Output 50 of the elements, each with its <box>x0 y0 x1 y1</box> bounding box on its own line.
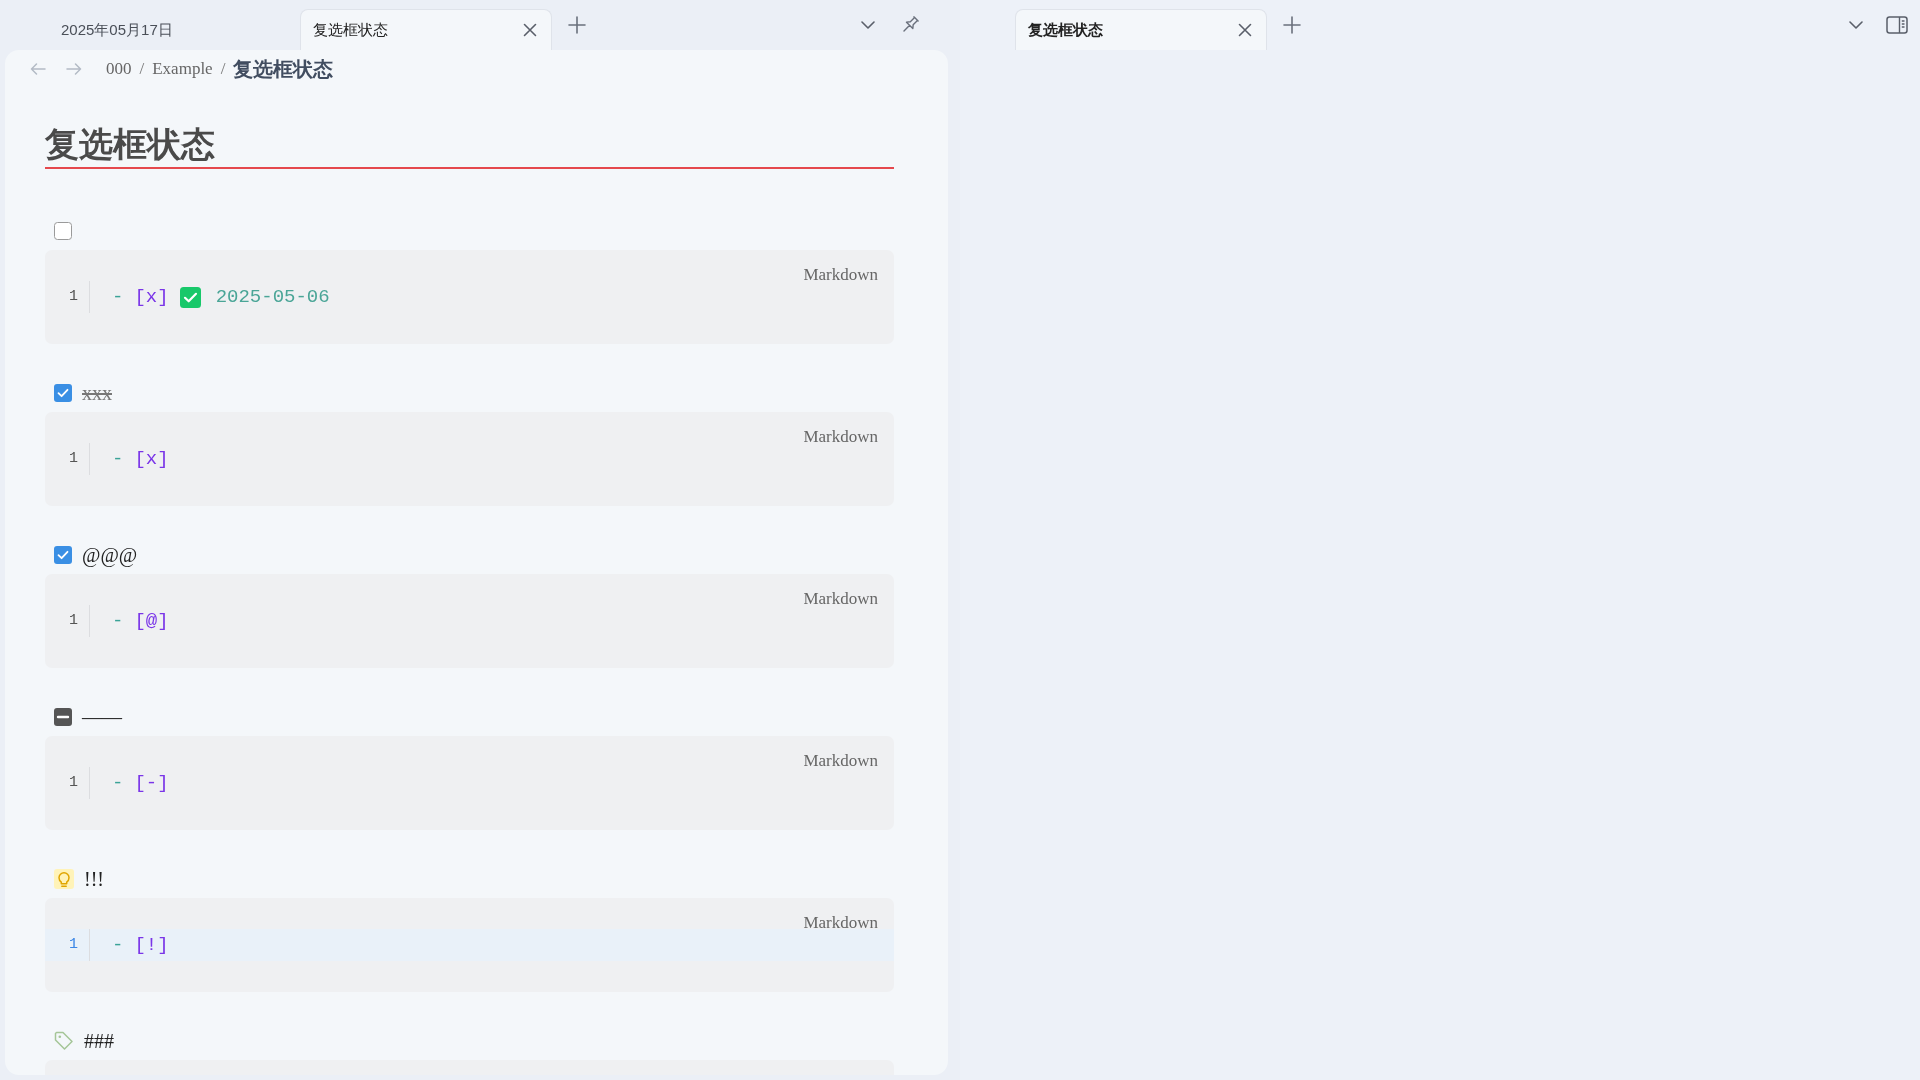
breadcrumb-separator: / <box>139 58 145 81</box>
sidebar-toggle-icon[interactable] <box>1886 16 1908 34</box>
language-label: Markdown <box>803 588 878 610</box>
list-dash-code: - <box>112 608 124 634</box>
task-syntax-code: [x] <box>134 446 169 472</box>
checkbox[interactable] <box>54 546 72 564</box>
line-number: 1 <box>45 767 90 799</box>
tab[interactable]: 复选框状态 <box>1015 9 1267 50</box>
task-text: xxx <box>82 381 112 406</box>
note-title: 复选框状态 <box>45 124 894 169</box>
tab[interactable]: 复选框状态 <box>300 9 552 50</box>
language-label: Markdown <box>803 264 878 286</box>
language-label: Markdown <box>803 750 878 772</box>
pin-icon[interactable] <box>900 15 920 35</box>
date-code: 2025-05-06 <box>215 284 330 310</box>
lightbulb-icon <box>54 869 74 889</box>
tab[interactable]: 2025年05月17日 <box>48 9 300 50</box>
task-text: !!! <box>84 867 104 892</box>
list-dash-code: - <box>112 284 124 310</box>
chevron-down-icon[interactable] <box>1849 21 1863 29</box>
line-number: 1 <box>45 281 90 313</box>
task-text: @@@ <box>82 543 138 569</box>
task-text: ### <box>84 1029 114 1054</box>
cancelled-checkbox[interactable] <box>54 708 72 726</box>
list-dash-code: - <box>112 932 124 958</box>
check-mark-icon <box>179 286 201 308</box>
task-syntax-code: [x] <box>134 284 169 310</box>
breadcrumb-separator: / <box>220 58 226 81</box>
task-syntax-code: [-] <box>134 770 169 796</box>
breadcrumb-current[interactable]: 复选框状态 <box>233 54 334 84</box>
line-number: 1 <box>45 929 90 961</box>
breadcrumb-link[interactable]: Example <box>152 56 213 82</box>
task-syntax-code: [@] <box>134 608 169 634</box>
line-number: 1 <box>45 443 90 475</box>
checkbox[interactable] <box>54 384 72 402</box>
tag-icon <box>54 1031 74 1051</box>
task-text: —— <box>82 705 122 730</box>
breadcrumb-link[interactable]: 000 <box>106 56 132 82</box>
plus-icon[interactable] <box>1283 16 1301 34</box>
chevron-down-icon[interactable] <box>861 21 875 29</box>
plus-icon[interactable] <box>568 16 586 34</box>
line-number: 1 <box>45 605 90 637</box>
list-dash-code: - <box>112 446 124 472</box>
list-dash-code: - <box>112 770 124 796</box>
close-icon[interactable] <box>1238 23 1252 37</box>
language-label: Markdown <box>803 912 878 934</box>
task-syntax-code: [!] <box>134 932 169 958</box>
language-label: Markdown <box>803 426 878 448</box>
close-icon[interactable] <box>523 23 537 37</box>
checkbox[interactable] <box>54 222 72 240</box>
